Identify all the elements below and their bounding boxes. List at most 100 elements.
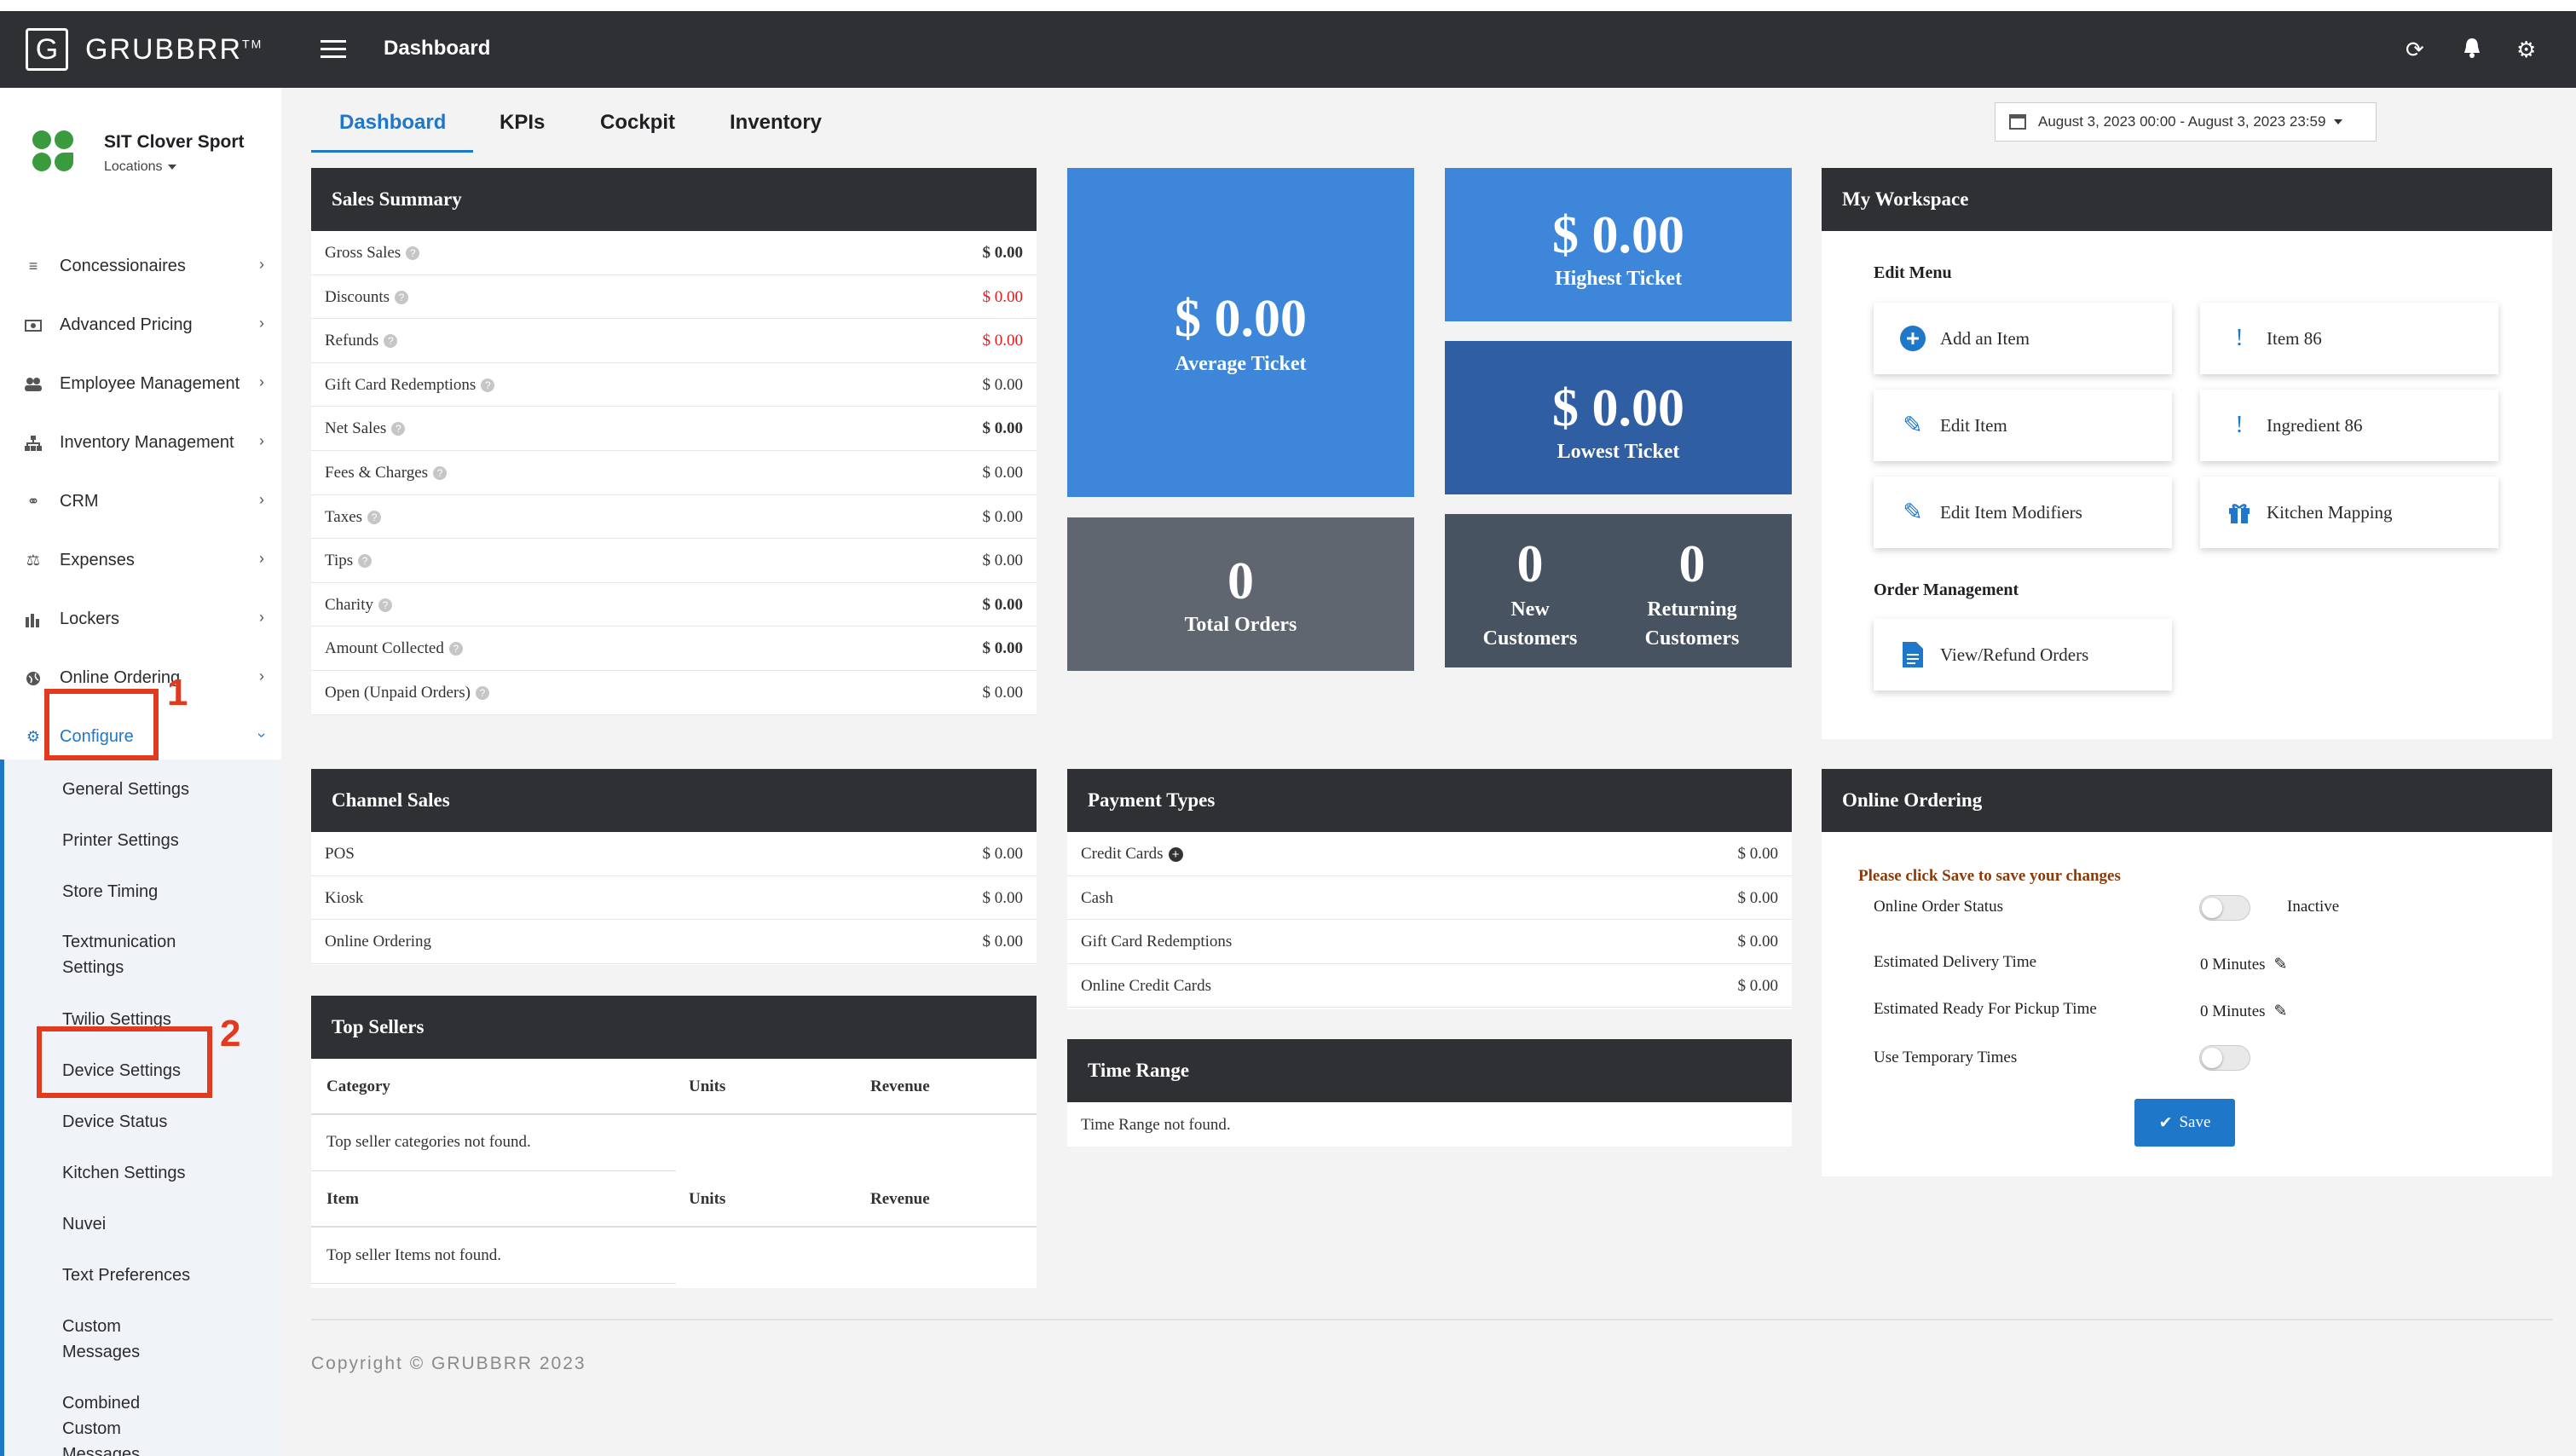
kitchen-mapping-button[interactable]: Kitchen Mapping [2200, 477, 2498, 548]
tab-cockpit[interactable]: Cockpit [600, 111, 675, 135]
row-label: Gift Card Redemptions [1081, 933, 1232, 951]
row-value: $ 0.00 [982, 419, 1024, 438]
plus-circle-icon[interactable]: + [1168, 847, 1183, 862]
clover-logo-icon [32, 130, 75, 173]
footer-divider [311, 1319, 2553, 1320]
row-value: $ 0.00 [982, 595, 1024, 614]
brand-logo[interactable]: G GRUBBRRTM [0, 11, 281, 88]
row-value: $ 0.00 [982, 332, 1024, 350]
new-customers-label: New Customers [1482, 598, 1578, 650]
category-empty-row: Top seller categories not found. [311, 1115, 1037, 1171]
row-label-text: Gift Card Redemptions [1081, 933, 1233, 951]
edit-item-button[interactable]: ✎ Edit Item [1874, 390, 2172, 461]
row-label: Discounts? [325, 288, 408, 307]
pencil-icon: ✎ [1903, 500, 1923, 526]
table-row: Taxes? $ 0.00 [311, 495, 1037, 540]
category-header: Category [326, 1078, 390, 1095]
row-value: $ 0.00 [982, 463, 1024, 482]
bell-icon[interactable] [2462, 37, 2482, 65]
brand-letter: G [26, 28, 68, 71]
sidebar-item-employee-management[interactable]: Employee Management › [0, 355, 281, 413]
item-86-label: Item 86 [2267, 327, 2322, 349]
table-row: Online Credit Cards $ 0.00 [1067, 964, 1792, 1008]
submenu-item-text-preferences[interactable]: Text Preferences [62, 1262, 190, 1288]
sidebar-item-expenses[interactable]: ⚖ Expenses › [0, 531, 281, 590]
locations-dropdown[interactable]: Locations [104, 159, 176, 175]
help-icon[interactable]: ? [358, 554, 373, 569]
use-temporary-times-toggle[interactable] [2199, 1045, 2250, 1071]
help-icon[interactable]: ? [433, 465, 448, 480]
help-icon[interactable]: ? [391, 422, 406, 436]
submenu-item-textmunication-settings[interactable]: Textmunication Settings [62, 929, 176, 980]
table-row: Credit Cards + $ 0.00 [1067, 832, 1792, 876]
estimated-pickup-value: 0 Minutes ✎ [2200, 1002, 2287, 1021]
submenu-item-general-settings[interactable]: General Settings [62, 777, 189, 802]
submenu-item-store-timing[interactable]: Store Timing [62, 879, 158, 904]
money-icon [24, 316, 43, 335]
refresh-icon[interactable]: ⟳ [2406, 37, 2424, 63]
sidebar-item-advanced-pricing[interactable]: Advanced Pricing › [0, 296, 281, 355]
configure-submenu: General Settings Printer Settings Store … [0, 760, 281, 1456]
add-item-button[interactable]: Add an Item [1874, 303, 2172, 374]
save-notice: Please click Save to save your changes [1858, 867, 2121, 885]
help-icon[interactable]: ? [481, 378, 495, 392]
gear-icon: ⚙ [26, 728, 41, 745]
sidebar-item-concessionaires[interactable]: ≡ Concessionaires › [0, 237, 281, 296]
chevron-right-icon: › [259, 491, 264, 508]
online-order-status-toggle[interactable] [2199, 895, 2250, 921]
edit-pencil-icon[interactable]: ✎ [2274, 1002, 2288, 1020]
row-label: Online Credit Cards [1081, 977, 1211, 996]
hamburger-menu-icon[interactable] [321, 40, 346, 63]
row-value: $ 0.00 [982, 244, 1024, 262]
category-empty-message: Top seller categories not found. [326, 1133, 531, 1151]
item-86-button[interactable]: ! Item 86 [2200, 303, 2498, 374]
submenu-item-device-status[interactable]: Device Status [62, 1109, 167, 1135]
units-header: Units [689, 1190, 726, 1208]
payment-types-rows: Credit Cards + $ 0.00 Cash $ 0.00 Gift Card R… [1067, 832, 1792, 1008]
sidebar-item-inventory-management[interactable]: Inventory Management › [0, 413, 281, 472]
submenu-item-kitchen-settings[interactable]: Kitchen Settings [62, 1160, 186, 1186]
edit-item-modifiers-button[interactable]: ✎ Edit Item Modifiers [1874, 477, 2172, 548]
users-icon [24, 375, 43, 394]
sidebar-item-lockers[interactable]: Lockers › [0, 590, 281, 649]
help-icon[interactable]: ? [475, 685, 489, 700]
submenu-item-nuvei[interactable]: Nuvei [62, 1211, 106, 1237]
table-row: Cash $ 0.00 [1067, 876, 1792, 921]
sidebar-item-label: Online Ordering [60, 668, 181, 687]
item-empty-row: Top seller Items not found. [311, 1228, 1037, 1284]
copyright-text: Copyright © GRUBBRR 2023 [311, 1354, 586, 1373]
row-value: $ 0.00 [982, 683, 1024, 702]
help-icon[interactable]: ? [406, 246, 420, 260]
help-icon[interactable]: ? [384, 334, 398, 349]
total-orders-tile: 0 Total Orders [1067, 517, 1414, 671]
tab-inventory[interactable]: Inventory [730, 111, 822, 135]
view-refund-orders-button[interactable]: View/Refund Orders [1874, 619, 2172, 690]
estimated-pickup-text: 0 Minutes [2200, 1002, 2266, 1020]
sitemap-icon [24, 434, 43, 453]
ingredient-86-button[interactable]: ! Ingredient 86 [2200, 390, 2498, 461]
help-icon[interactable]: ? [448, 642, 463, 656]
online-order-status-label: Online Order Status [1874, 898, 2003, 916]
table-row: Net Sales? $ 0.00 [311, 407, 1037, 451]
tab-dashboard[interactable]: Dashboard [339, 111, 446, 135]
submenu-item-custom-messages[interactable]: Custom Messages [62, 1314, 140, 1365]
customers-tile: 0 New Customers 0 Returning Customers [1445, 514, 1792, 667]
submenu-item-combined-custom-messages[interactable]: Combined Custom Messages [62, 1390, 140, 1456]
date-range-picker[interactable]: August 3, 2023 00:00 - August 3, 2023 23… [1995, 102, 2377, 142]
panel-title: Time Range [1067, 1039, 1792, 1102]
save-button[interactable]: ✔ Save [2134, 1099, 2235, 1147]
chevron-right-icon: › [259, 315, 264, 332]
locations-label: Locations [104, 159, 163, 174]
help-icon[interactable]: ? [395, 290, 408, 304]
table-row: Kiosk $ 0.00 [311, 876, 1037, 921]
top-header: Dashboard ⟳ ⚙ [281, 11, 2576, 88]
help-icon[interactable]: ? [378, 598, 392, 612]
channel-sales-rows: POS $ 0.00 Kiosk $ 0.00 Online Ordering $ 0.0… [311, 832, 1037, 964]
sidebar-item-crm[interactable]: ⚭ CRM › [0, 472, 281, 531]
submenu-item-printer-settings[interactable]: Printer Settings [62, 828, 179, 853]
edit-pencil-icon[interactable]: ✎ [2274, 956, 2288, 974]
help-icon[interactable]: ? [367, 510, 382, 524]
settings-gear-icon[interactable]: ⚙ [2516, 37, 2536, 63]
row-label: Charity? [325, 596, 392, 615]
tab-kpis[interactable]: KPIs [500, 111, 545, 135]
